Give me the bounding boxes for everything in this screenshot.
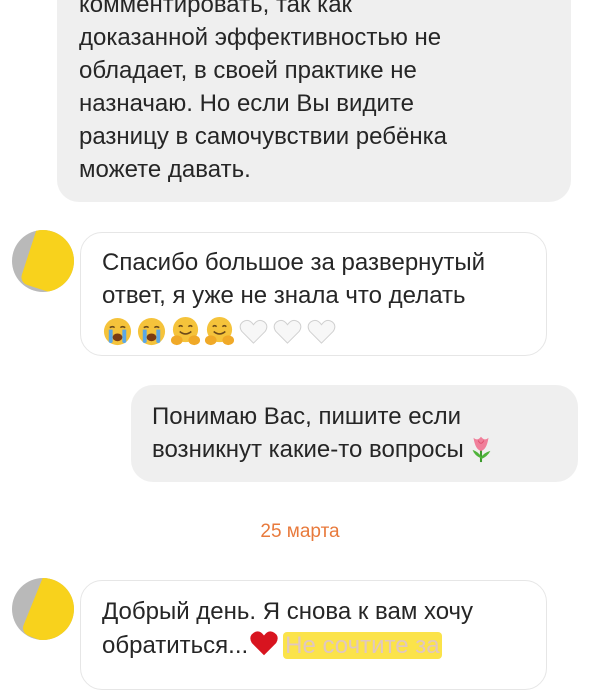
emoji-row (102, 316, 526, 347)
hugging-face-icon (170, 316, 201, 346)
message-text: обратиться... (102, 632, 249, 659)
message-bubble-user-2[interactable]: Добрый день. Я снова к вам хочу обратить… (80, 580, 547, 690)
message-bubble-doctor-1[interactable]: комментировать, так как доказанной эффек… (57, 0, 571, 202)
tulip-icon (472, 436, 491, 463)
hugging-face-icon (204, 316, 235, 346)
message-line: можете давать. (79, 156, 251, 183)
message-text: возникнут какие-то вопросы (152, 436, 464, 463)
message-line: Понимаю Вас, пишите если (152, 403, 462, 430)
message-line: комментировать, так как (79, 0, 353, 18)
message-line: обратиться... Не сочтите за (102, 628, 526, 662)
message-line: назначаю. Но если Вы видите (79, 90, 414, 117)
avatar[interactable] (12, 230, 74, 292)
message-line: обладает, в своей практике не (79, 57, 417, 84)
message-line: возникнут какие-то вопросы (152, 433, 558, 466)
message-line: ответ, я уже не знала что делать (102, 282, 466, 309)
crying-face-icon (137, 317, 166, 346)
white-heart-icon (307, 319, 336, 344)
message-line: Спасибо большое за развернутый (102, 249, 486, 276)
highlighted-text: Не сочтите за (283, 632, 442, 659)
crying-face-icon (103, 317, 132, 346)
redaction-mark (19, 230, 74, 292)
redaction-mark (20, 578, 74, 640)
message-line: разницу в самочувствии ребёнка (79, 123, 447, 150)
red-heart-icon (250, 631, 278, 656)
white-heart-icon (239, 319, 268, 344)
white-heart-icon (273, 319, 302, 344)
message-bubble-user-1[interactable]: Спасибо большое за развернутый ответ, я … (80, 232, 547, 356)
message-line: Добрый день. Я снова к вам хочу (102, 598, 474, 625)
message-bubble-doctor-2[interactable]: Понимаю Вас, пишите если возникнут какие… (131, 385, 578, 482)
message-line: доказанной эффективностью не (79, 24, 442, 51)
avatar[interactable] (12, 578, 74, 640)
date-separator: 25 марта (260, 521, 340, 542)
